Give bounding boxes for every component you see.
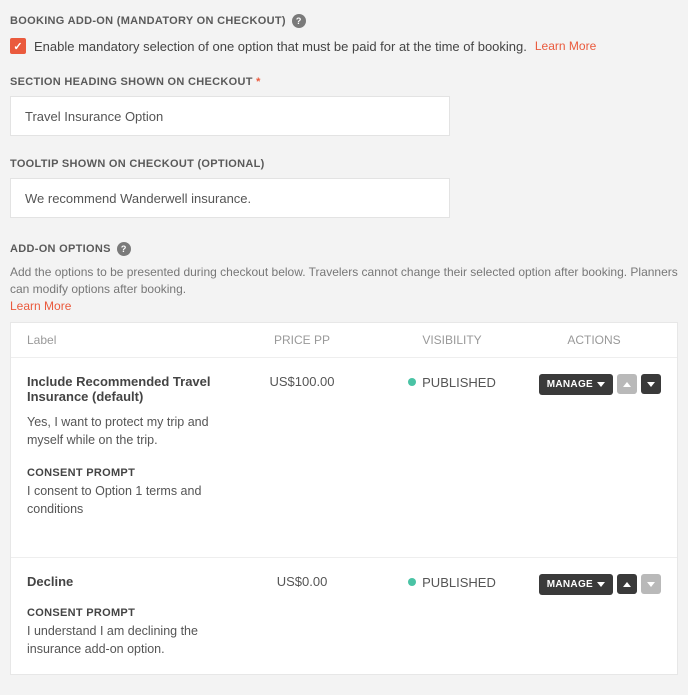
required-mark: *: [256, 76, 261, 88]
enable-mandatory-checkbox[interactable]: ✓: [10, 38, 26, 54]
section-heading-label: SECTION HEADING SHOWN ON CHECKOUT *: [10, 76, 678, 88]
manage-button[interactable]: MANAGE: [539, 374, 613, 395]
option-price: US$100.00: [227, 374, 377, 541]
th-actions: ACTIONS: [527, 333, 661, 347]
addon-options-table: Label PRICE PP VISIBILITY ACTIONS Includ…: [10, 322, 678, 675]
status-dot-icon: [408, 578, 416, 586]
th-label: Label: [27, 333, 227, 347]
arrow-up-icon: [623, 382, 631, 387]
option-title: Include Recommended Travel Insurance (de…: [27, 374, 227, 404]
chevron-down-icon: [597, 582, 605, 587]
help-icon[interactable]: ?: [292, 14, 306, 28]
arrow-down-icon: [647, 582, 655, 587]
booking-addon-header: BOOKING ADD-ON (MANDATORY ON CHECKOUT) ?: [10, 14, 678, 28]
move-down-button[interactable]: [641, 574, 661, 594]
manage-button[interactable]: MANAGE: [539, 574, 613, 595]
addon-options-heading: ADD-ON OPTIONS: [10, 243, 111, 255]
visibility-badge: PUBLISHED: [408, 375, 496, 390]
section-heading-input[interactable]: Travel Insurance Option: [10, 96, 450, 136]
tooltip-input[interactable]: We recommend Wanderwell insurance.: [10, 178, 450, 218]
arrow-down-icon: [647, 382, 655, 387]
consent-heading: CONSENT PROMPT: [27, 607, 227, 619]
consent-text: I understand I am declining the insuranc…: [27, 623, 217, 658]
table-header: Label PRICE PP VISIBILITY ACTIONS: [11, 323, 677, 358]
learn-more-link[interactable]: Learn More: [10, 299, 71, 313]
help-icon[interactable]: ?: [117, 242, 131, 256]
move-up-button[interactable]: [617, 574, 637, 594]
move-up-button[interactable]: [617, 374, 637, 394]
chevron-down-icon: [597, 382, 605, 387]
enable-mandatory-label: Enable mandatory selection of one option…: [34, 39, 527, 54]
settings-page: BOOKING ADD-ON (MANDATORY ON CHECKOUT) ?…: [0, 0, 688, 695]
th-price: PRICE PP: [227, 333, 377, 347]
th-visibility: VISIBILITY: [377, 333, 527, 347]
booking-addon-heading: BOOKING ADD-ON (MANDATORY ON CHECKOUT): [10, 15, 286, 27]
move-down-button[interactable]: [641, 374, 661, 394]
option-price: US$0.00: [227, 574, 377, 658]
option-desc: Yes, I want to protect my trip and mysel…: [27, 414, 217, 449]
consent-heading: CONSENT PROMPT: [27, 467, 227, 479]
option-title: Decline: [27, 574, 227, 589]
table-row: Decline CONSENT PROMPT I understand I am…: [11, 558, 677, 674]
visibility-badge: PUBLISHED: [408, 575, 496, 590]
arrow-up-icon: [623, 582, 631, 587]
addon-options-description: Add the options to be presented during c…: [10, 264, 678, 314]
tooltip-label: TOOLTIP SHOWN ON CHECKOUT (OPTIONAL): [10, 158, 678, 170]
learn-more-link[interactable]: Learn More: [535, 39, 596, 53]
table-row: Include Recommended Travel Insurance (de…: [11, 358, 677, 558]
consent-text: I consent to Option 1 terms and conditio…: [27, 483, 217, 518]
enable-mandatory-row: ✓ Enable mandatory selection of one opti…: [10, 38, 678, 54]
addon-options-header: ADD-ON OPTIONS ?: [10, 242, 678, 256]
status-dot-icon: [408, 378, 416, 386]
